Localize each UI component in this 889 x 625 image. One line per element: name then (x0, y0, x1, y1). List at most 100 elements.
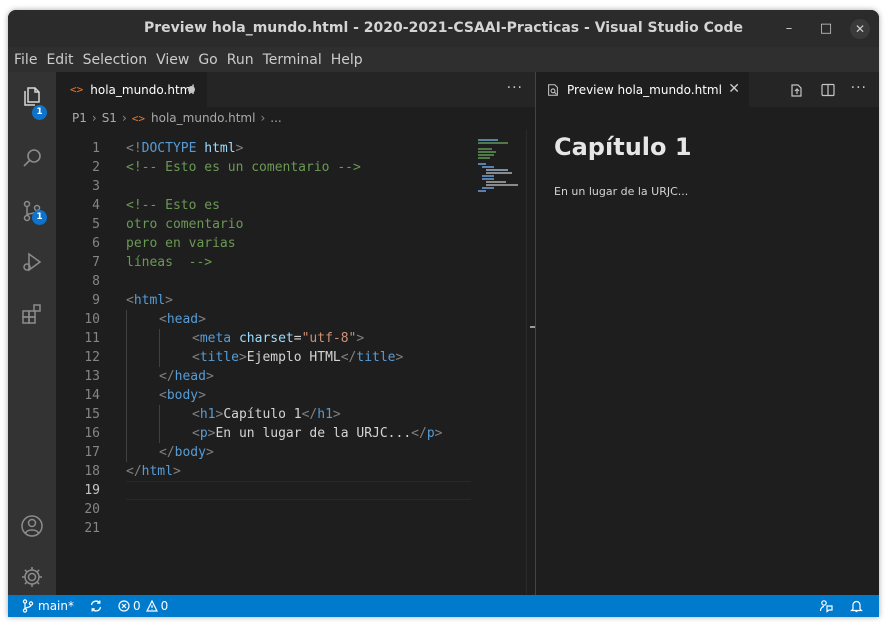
code-line: <html> (126, 293, 173, 308)
chevron-right-icon: › (121, 111, 127, 125)
preview-heading: Capítulo 1 (554, 133, 692, 161)
open-source-icon[interactable] (788, 82, 804, 98)
code-line: otro comentario (126, 217, 244, 232)
line-number-gutter: 1 2 3 4 5 6 7 8 9 10 11 12 13 14 15 16 1… (56, 139, 110, 538)
sync-icon[interactable] (89, 599, 103, 613)
code-editor[interactable]: 1 2 3 4 5 6 7 8 9 10 11 12 13 14 15 16 1… (56, 129, 535, 595)
line-number: 7 (92, 255, 100, 270)
line-number: 11 (84, 331, 100, 346)
breadcrumb-file[interactable]: hola_mundo.html (151, 111, 255, 125)
menu-terminal[interactable]: Terminal (263, 52, 322, 68)
code-line: líneas --> (126, 255, 213, 270)
menu-edit[interactable]: Edit (46, 52, 73, 68)
minimap[interactable] (478, 139, 526, 199)
close-window-button[interactable]: ✕ (850, 19, 870, 39)
problems-status[interactable]: 0 0 (118, 599, 168, 613)
code-line: pero en varias (126, 236, 236, 251)
vscode-window: Preview hola_mundo.html - 2020-2021-CSAA… (8, 10, 879, 617)
scm-badge: 1 (32, 210, 47, 225)
line-number: 8 (92, 274, 100, 289)
preview-tab-label: Preview hola_mundo.html (567, 82, 722, 97)
branch-status[interactable]: main* (22, 599, 74, 613)
extensions-icon[interactable] (20, 302, 44, 326)
menu-file[interactable]: File (14, 52, 37, 68)
menu-run[interactable]: Run (227, 52, 254, 68)
error-count: 0 (133, 599, 141, 613)
explorer-badge: 1 (32, 105, 47, 120)
line-number: 21 (84, 521, 100, 536)
line-number: 17 (84, 445, 100, 460)
line-number: 2 (92, 160, 100, 175)
settings-gear-icon[interactable] (20, 565, 44, 589)
breadcrumb-p1[interactable]: P1 (72, 111, 87, 125)
code-line: <meta charset="utf-8"> (126, 329, 471, 348)
line-number: 16 (84, 426, 100, 441)
menu-go[interactable]: Go (198, 52, 217, 68)
code-line: <p>En un lugar de la URJC...</p> (126, 424, 471, 443)
breadcrumb-ellipsis[interactable]: ... (270, 111, 281, 125)
menu-bar: File Edit Selection View Go Run Terminal… (8, 47, 879, 72)
line-number: 13 (84, 369, 100, 384)
accounts-icon[interactable] (20, 514, 44, 538)
line-number: 14 (84, 388, 100, 403)
breadcrumb-s1[interactable]: S1 (102, 111, 117, 125)
code-line: </html> (126, 464, 181, 479)
code-line: </head> (126, 367, 471, 386)
breadcrumb: P1 › S1 › <> hola_mundo.html › ... (56, 107, 535, 129)
html-preview-pane: Capítulo 1 En un lugar de la URJC... (536, 107, 879, 595)
title-bar: Preview hola_mundo.html - 2020-2021-CSAA… (8, 10, 879, 47)
code-lines[interactable]: <!DOCTYPE html> <!-- Esto es un comentar… (126, 139, 471, 538)
git-branch-icon (22, 599, 34, 613)
menu-view[interactable]: View (156, 52, 189, 68)
warning-icon (145, 600, 158, 612)
preview-paragraph: En un lugar de la URJC... (554, 185, 689, 198)
line-number-active: 19 (84, 483, 100, 498)
line-number: 10 (84, 312, 100, 327)
code-line: <body> (126, 386, 471, 405)
close-tab-icon[interactable]: ✕ (728, 81, 740, 97)
tab-hola-mundo-html[interactable]: <> hola_mundo.html (56, 72, 207, 107)
maximize-button[interactable]: □ (817, 20, 835, 38)
code-line: <head> (126, 310, 471, 329)
minimize-button[interactable]: – (780, 20, 798, 38)
notifications-bell-icon[interactable] (850, 599, 863, 613)
code-line: <h1>Capítulo 1</h1> (126, 405, 471, 424)
html-file-icon: <> (70, 83, 84, 96)
unsaved-dot-icon[interactable] (188, 86, 195, 93)
error-icon (118, 600, 130, 612)
code-line: <!-- Esto es (126, 198, 220, 213)
tab-preview-hola-mundo[interactable]: Preview hola_mundo.html ✕ (536, 72, 749, 107)
more-actions-button[interactable]: ··· (507, 80, 523, 96)
branch-name: main* (38, 599, 74, 613)
tab-label: hola_mundo.html (90, 82, 195, 97)
line-number: 20 (84, 502, 100, 517)
code-line: <title>Ejemplo HTML</title> (126, 348, 471, 367)
preview-icon (548, 83, 558, 96)
code-line: <!-- Esto es un comentario --> (126, 160, 361, 175)
editor-tab-bar: <> hola_mundo.html ··· (56, 72, 535, 107)
line-number: 3 (92, 179, 100, 194)
run-debug-icon[interactable] (20, 250, 44, 274)
search-icon[interactable] (20, 146, 44, 170)
line-number: 15 (84, 407, 100, 422)
vertical-scrollbar[interactable] (526, 129, 534, 595)
line-number: 12 (84, 350, 100, 365)
code-line-current (126, 481, 471, 500)
code-line: </body> (126, 443, 471, 462)
split-editor-icon[interactable] (820, 82, 836, 98)
feedback-icon[interactable] (819, 599, 833, 613)
line-number: 4 (92, 198, 100, 213)
menu-selection[interactable]: Selection (83, 52, 148, 68)
menu-help[interactable]: Help (331, 52, 363, 68)
line-number: 5 (92, 217, 100, 232)
chevron-right-icon: › (91, 111, 97, 125)
warning-count: 0 (160, 599, 169, 613)
line-number: 18 (84, 464, 100, 479)
preview-tab-bar: Preview hola_mundo.html ✕ ··· (536, 72, 879, 107)
code-line: <!DOCTYPE html> (126, 141, 244, 156)
more-actions-button[interactable]: ··· (851, 80, 867, 96)
